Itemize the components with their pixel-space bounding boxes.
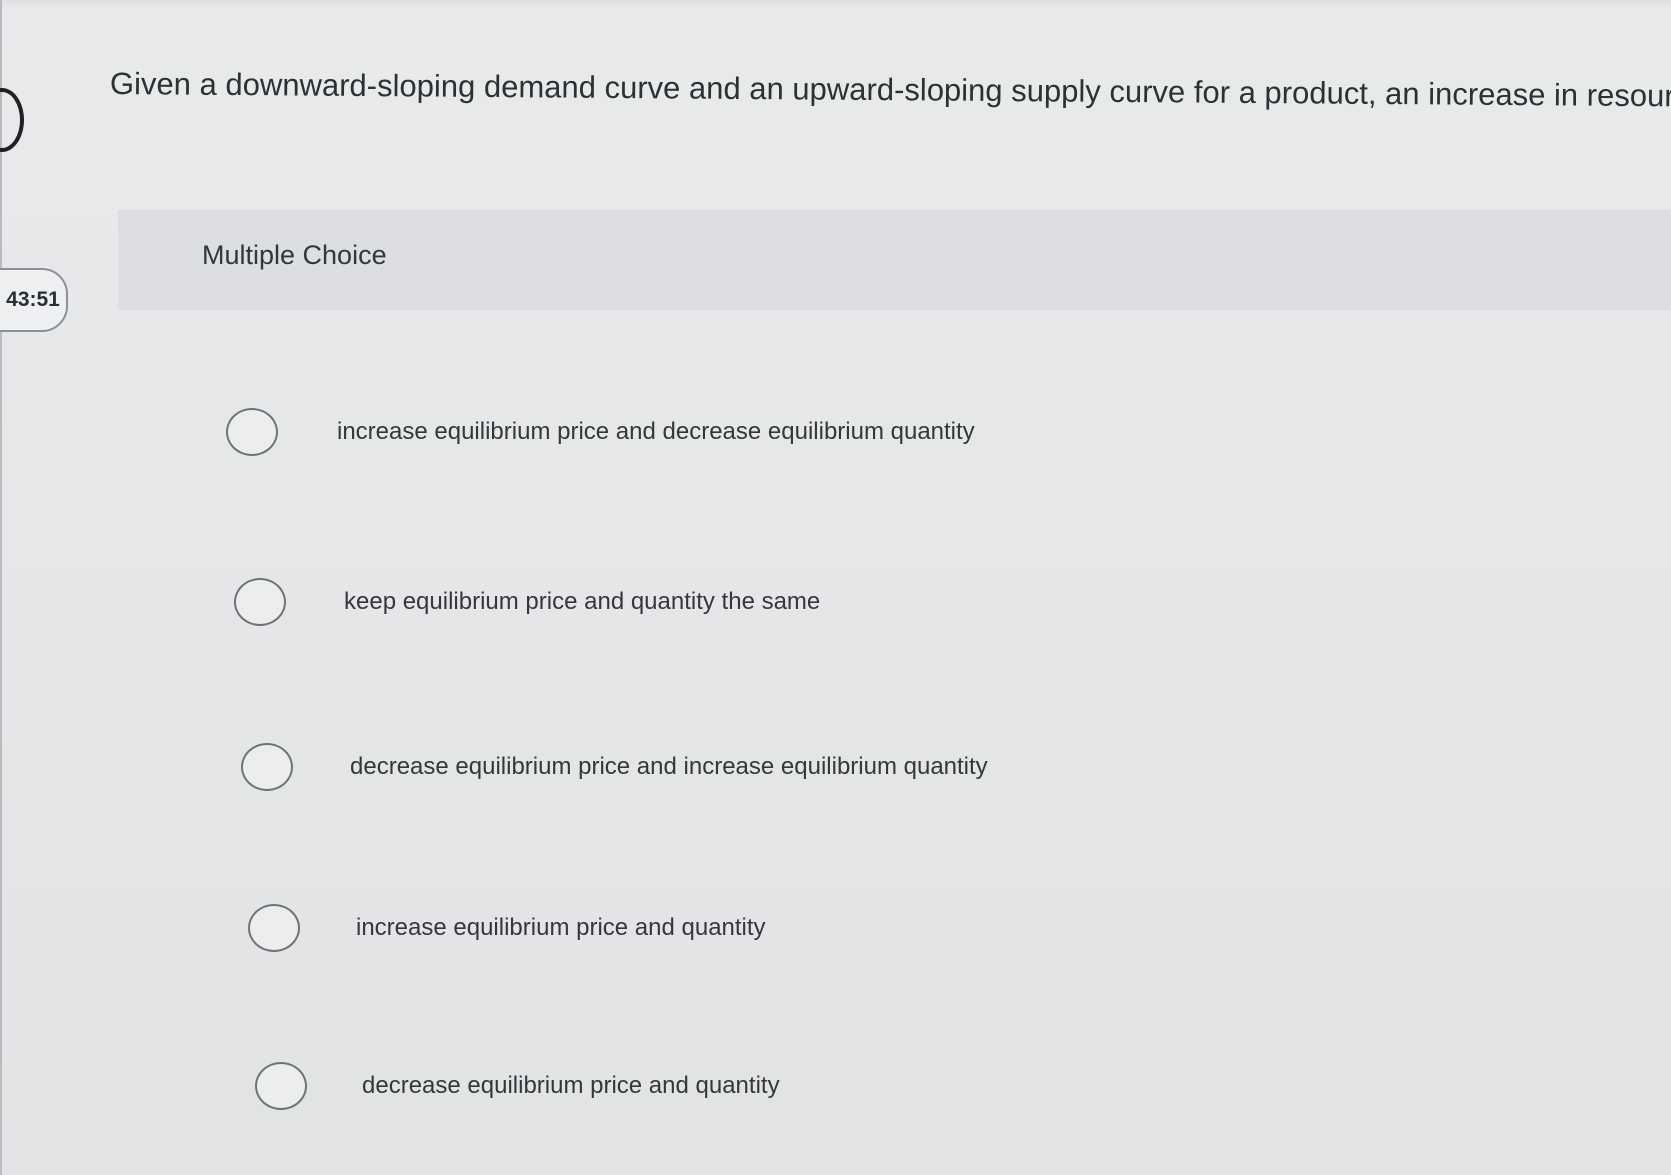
answer-option-4[interactable]: increase equilibrium price and quantity — [248, 898, 766, 958]
radio-button-icon[interactable] — [234, 578, 286, 626]
answer-option-label[interactable]: increase equilibrium price and quantity — [356, 914, 766, 942]
answer-option-label[interactable]: decrease equilibrium price and quantity — [362, 1072, 780, 1100]
answer-option-2[interactable]: keep equilibrium price and quantity the … — [234, 572, 820, 632]
timer-badge: 43:51 — [0, 268, 68, 332]
radio-button-icon[interactable] — [248, 904, 300, 952]
question-text: Given a downward-sloping demand curve an… — [109, 66, 1671, 114]
question-number-icon — [0, 88, 24, 152]
multiple-choice-label: Multiple Choice — [202, 240, 387, 270]
answer-option-label[interactable]: decrease equilibrium price and increase … — [350, 753, 988, 781]
answer-option-1[interactable]: increase equilibrium price and decrease … — [226, 402, 975, 462]
left-rail-edge — [0, 0, 2, 1175]
radio-button-icon[interactable] — [255, 1062, 307, 1110]
radio-button-icon[interactable] — [226, 408, 278, 456]
answer-option-label[interactable]: increase equilibrium price and decrease … — [337, 418, 975, 446]
timer-text: 43:51 — [6, 288, 60, 311]
answer-option-label[interactable]: keep equilibrium price and quantity the … — [344, 588, 820, 616]
top-edge — [0, 0, 1671, 8]
answer-option-3[interactable]: decrease equilibrium price and increase … — [241, 737, 988, 797]
answer-option-5[interactable]: decrease equilibrium price and quantity — [255, 1056, 780, 1116]
radio-button-icon[interactable] — [241, 743, 293, 791]
